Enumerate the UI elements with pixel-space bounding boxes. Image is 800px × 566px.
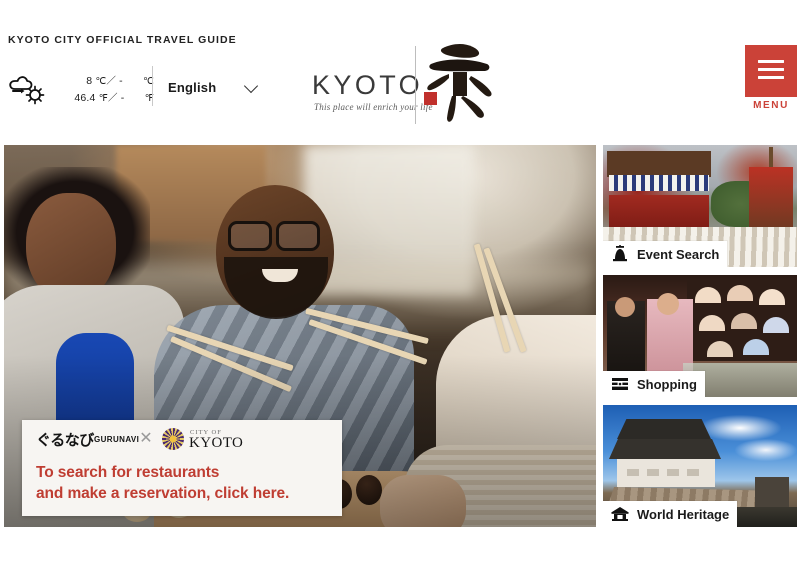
- celsius-high: 8: [86, 75, 93, 87]
- promo-message: To search for restaurants and make a res…: [36, 462, 336, 504]
- card-shopping[interactable]: Shopping: [603, 275, 797, 397]
- hero-banner[interactable]: ぐるなび GURUNAVI ✕ CITY OF KYOTO To search …: [4, 145, 596, 527]
- language-selector[interactable]: English: [168, 72, 264, 102]
- temple-roof-icon: [611, 507, 629, 521]
- lantern-icon: [613, 245, 627, 262]
- chevron-down-icon: [243, 78, 259, 94]
- site-tagline: KYOTO CITY OFFICIAL TRAVEL GUIDE: [8, 34, 237, 46]
- weather-widget: 8 ℃／ - ℃ 46.4 ℉／ - ℉: [6, 68, 156, 112]
- card-label-event-search: Event Search: [603, 241, 728, 267]
- site-logo[interactable]: KYOTO This place will enrich your life: [305, 40, 495, 128]
- fahrenheit-unit: ℉: [98, 93, 108, 104]
- city-of-kyoto-name: KYOTO: [189, 435, 244, 451]
- fahrenheit-low: -: [120, 92, 125, 104]
- quick-link-cards: Event Search Shopping World Heritage: [603, 145, 797, 527]
- card-label-world-heritage: World Heritage: [603, 501, 738, 527]
- fahrenheit-separator: ／: [107, 93, 118, 104]
- temperature-readout: 8 ℃／ - ℃ 46.4 ℉／ - ℉: [58, 73, 154, 107]
- card-label-shopping: Shopping: [603, 371, 705, 397]
- celsius-separator: ／: [106, 76, 117, 87]
- header-divider: [152, 66, 153, 106]
- gurunavi-promo-banner[interactable]: ぐるなび GURUNAVI ✕ CITY OF KYOTO To search …: [22, 420, 342, 516]
- card-event-search[interactable]: Event Search: [603, 145, 797, 267]
- menu-button[interactable]: [745, 45, 797, 97]
- gurunavi-logo-jp: ぐるなび: [36, 431, 94, 449]
- card-world-heritage[interactable]: World Heritage: [603, 405, 797, 527]
- page-root: KYOTO CITY OFFICIAL TRAVEL GUIDE 8 ℃／ - …: [0, 0, 800, 566]
- city-of-kyoto-crest-icon: [162, 428, 184, 450]
- promo-brand-row: ぐるなび GURUNAVI ✕ CITY OF KYOTO: [22, 420, 342, 458]
- gurunavi-logo-en: GURUNAVI: [94, 435, 140, 444]
- card-label-text: Shopping: [637, 376, 697, 392]
- celsius-low: -: [119, 75, 123, 87]
- fahrenheit-high: 46.4: [74, 92, 96, 104]
- celsius-unit: ℃: [95, 76, 107, 87]
- promo-message-line1: To search for restaurants: [36, 464, 220, 481]
- hamburger-icon: [758, 60, 784, 79]
- site-header: 8 ℃／ - ℃ 46.4 ℉／ - ℉ English KYOTO This …: [0, 44, 800, 124]
- cross-icon: ✕: [139, 430, 153, 447]
- language-selected-label: English: [168, 79, 217, 95]
- temperature-celsius: 8 ℃／ - ℃: [58, 73, 154, 90]
- red-seal-icon: [424, 92, 437, 105]
- promo-message-line2: and make a reservation, click here.: [36, 485, 290, 502]
- menu-button-label: MENU: [753, 100, 789, 111]
- card-label-text: Event Search: [637, 246, 720, 262]
- kyoto-kanji-calligraphy-icon: [427, 44, 492, 122]
- logo-divider: [415, 46, 416, 124]
- card-label-text: World Heritage: [637, 506, 730, 522]
- logo-wordmark: KYOTO: [312, 70, 424, 100]
- temperature-fahrenheit: 46.4 ℉／ - ℉: [58, 90, 154, 107]
- cloud-sun-icon: [9, 76, 45, 105]
- shop-noren-icon: [612, 378, 628, 390]
